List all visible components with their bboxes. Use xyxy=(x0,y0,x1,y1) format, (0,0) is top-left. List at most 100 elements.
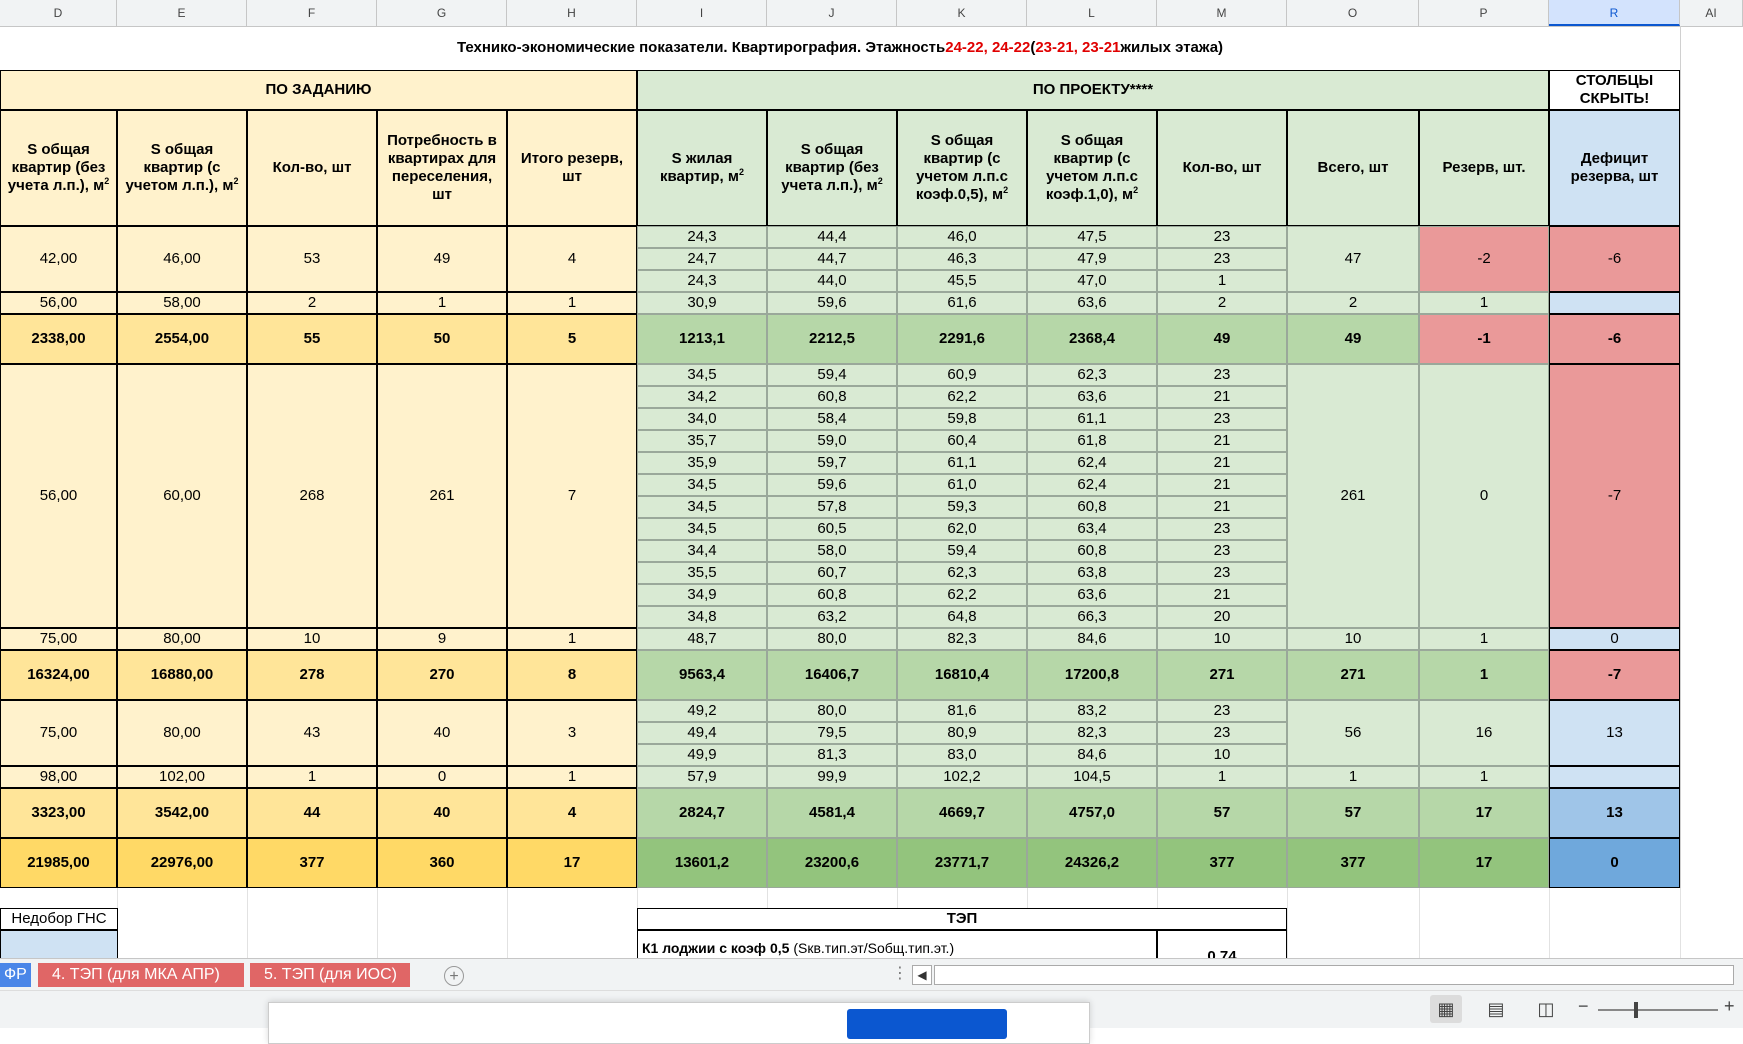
project-cell[interactable]: 23 xyxy=(1157,226,1287,248)
zoom-slider-thumb[interactable] xyxy=(1634,1002,1638,1018)
project-cell[interactable]: 60,8 xyxy=(767,386,897,408)
project-cell[interactable]: 63,6 xyxy=(1027,584,1157,606)
project-cell[interactable]: 35,7 xyxy=(637,430,767,452)
project-cell[interactable]: 59,3 xyxy=(897,496,1027,518)
task-cell[interactable]: 102,00 xyxy=(117,766,247,788)
column-header-m[interactable]: M xyxy=(1157,0,1287,26)
deficit-cell[interactable]: -7 xyxy=(1549,364,1680,628)
project-cell[interactable]: 83,2 xyxy=(1027,700,1157,722)
project-cell[interactable]: 46,3 xyxy=(897,248,1027,270)
project-cell[interactable]: 21 xyxy=(1157,474,1287,496)
project-cell[interactable]: 84,6 xyxy=(1027,744,1157,766)
project-cell[interactable]: 81,6 xyxy=(897,700,1027,722)
project-cell[interactable]: 59,0 xyxy=(767,430,897,452)
deficit-cell[interactable]: 13 xyxy=(1549,788,1680,838)
header-p[interactable]: Резерв, шт. xyxy=(1419,110,1549,226)
header-f[interactable]: Кол-во, шт xyxy=(247,110,377,226)
task-cell[interactable]: 3542,00 xyxy=(117,788,247,838)
task-cell[interactable]: 44 xyxy=(247,788,377,838)
project-cell[interactable]: 30,9 xyxy=(637,292,767,314)
section-hide-columns[interactable]: СТОЛБЦЫ СКРЫТЬ! xyxy=(1549,70,1680,110)
total-count-cell[interactable]: 47 xyxy=(1287,226,1419,292)
project-cell[interactable]: 34,5 xyxy=(637,474,767,496)
project-cell[interactable]: 48,7 xyxy=(637,628,767,650)
project-cell[interactable]: 23 xyxy=(1157,518,1287,540)
project-cell[interactable]: 24,7 xyxy=(637,248,767,270)
project-cell[interactable]: 61,6 xyxy=(897,292,1027,314)
total-count-cell[interactable]: 271 xyxy=(1287,650,1419,700)
project-cell[interactable]: 20 xyxy=(1157,606,1287,628)
task-cell[interactable]: 46,00 xyxy=(117,226,247,292)
project-cell[interactable]: 61,1 xyxy=(1027,408,1157,430)
header-r[interactable]: Дефицит резерва, шт xyxy=(1549,110,1680,226)
header-o[interactable]: Всего, шт xyxy=(1287,110,1419,226)
task-cell[interactable]: 16880,00 xyxy=(117,650,247,700)
project-cell[interactable]: 1213,1 xyxy=(637,314,767,364)
task-cell[interactable]: 80,00 xyxy=(117,628,247,650)
task-cell[interactable]: 49 xyxy=(377,226,507,292)
project-cell[interactable]: 57 xyxy=(1157,788,1287,838)
project-cell[interactable]: 23 xyxy=(1157,364,1287,386)
project-cell[interactable]: 44,4 xyxy=(767,226,897,248)
task-cell[interactable]: 2554,00 xyxy=(117,314,247,364)
project-cell[interactable]: 23200,6 xyxy=(767,838,897,888)
project-cell[interactable]: 44,0 xyxy=(767,270,897,292)
project-cell[interactable]: 24326,2 xyxy=(1027,838,1157,888)
project-cell[interactable]: 63,8 xyxy=(1027,562,1157,584)
project-cell[interactable]: 61,8 xyxy=(1027,430,1157,452)
task-cell[interactable]: 261 xyxy=(377,364,507,628)
project-cell[interactable]: 62,2 xyxy=(897,386,1027,408)
project-cell[interactable]: 80,0 xyxy=(767,628,897,650)
project-cell[interactable]: 58,4 xyxy=(767,408,897,430)
reserve-cell[interactable]: 0 xyxy=(1419,364,1549,628)
project-cell[interactable]: 9563,4 xyxy=(637,650,767,700)
project-cell[interactable]: 2291,6 xyxy=(897,314,1027,364)
task-cell[interactable]: 1 xyxy=(507,766,637,788)
task-cell[interactable]: 268 xyxy=(247,364,377,628)
deficit-cell[interactable]: 0 xyxy=(1549,628,1680,650)
task-cell[interactable]: 2 xyxy=(247,292,377,314)
project-cell[interactable]: 63,4 xyxy=(1027,518,1157,540)
tab-tep-mka[interactable]: 4. ТЭП (для МКА АПР) xyxy=(38,963,244,987)
gns-value[interactable]: -3242,60 xyxy=(0,930,118,958)
deficit-cell[interactable] xyxy=(1549,292,1680,314)
deficit-cell[interactable] xyxy=(1549,766,1680,788)
tep-k1-label[interactable]: К1 лоджии с коэф 0,5 (Sкв.тип.эт/Sобщ.ти… xyxy=(637,930,1157,958)
zoom-out-icon[interactable]: − xyxy=(1578,996,1589,1017)
project-cell[interactable]: 1 xyxy=(1157,766,1287,788)
project-cell[interactable]: 59,8 xyxy=(897,408,1027,430)
project-cell[interactable]: 61,0 xyxy=(897,474,1027,496)
project-cell[interactable]: 377 xyxy=(1157,838,1287,888)
total-count-cell[interactable]: 261 xyxy=(1287,364,1419,628)
project-cell[interactable]: 49 xyxy=(1157,314,1287,364)
project-cell[interactable]: 34,5 xyxy=(637,518,767,540)
project-cell[interactable]: 60,8 xyxy=(1027,540,1157,562)
project-cell[interactable]: 34,2 xyxy=(637,386,767,408)
project-cell[interactable]: 62,0 xyxy=(897,518,1027,540)
task-cell[interactable]: 3323,00 xyxy=(0,788,117,838)
gns-label[interactable]: Недобор ГНС xyxy=(0,908,118,930)
project-cell[interactable]: 23 xyxy=(1157,562,1287,584)
task-cell[interactable]: 10 xyxy=(247,628,377,650)
task-cell[interactable]: 278 xyxy=(247,650,377,700)
project-cell[interactable]: 21 xyxy=(1157,386,1287,408)
header-m[interactable]: Кол-во, шт xyxy=(1157,110,1287,226)
tab-tep-ios[interactable]: 5. ТЭП (для ИОС) xyxy=(250,963,410,987)
task-cell[interactable]: 1 xyxy=(377,292,507,314)
deficit-cell[interactable]: -6 xyxy=(1549,226,1680,292)
task-cell[interactable]: 3 xyxy=(507,700,637,766)
project-cell[interactable]: 24,3 xyxy=(637,226,767,248)
project-cell[interactable]: 47,5 xyxy=(1027,226,1157,248)
task-cell[interactable]: 80,00 xyxy=(117,700,247,766)
column-header-j[interactable]: J xyxy=(767,0,897,26)
deficit-cell[interactable]: -6 xyxy=(1549,314,1680,364)
project-cell[interactable]: 35,9 xyxy=(637,452,767,474)
page-break-view-icon[interactable]: ◫ xyxy=(1530,995,1562,1023)
reserve-cell[interactable]: -1 xyxy=(1419,314,1549,364)
header-e[interactable]: S общая квартир (с учетом л.п.), м2 xyxy=(117,110,247,226)
task-cell[interactable]: 60,00 xyxy=(117,364,247,628)
project-cell[interactable]: 84,6 xyxy=(1027,628,1157,650)
project-cell[interactable]: 21 xyxy=(1157,430,1287,452)
project-cell[interactable]: 99,9 xyxy=(767,766,897,788)
project-cell[interactable]: 34,4 xyxy=(637,540,767,562)
